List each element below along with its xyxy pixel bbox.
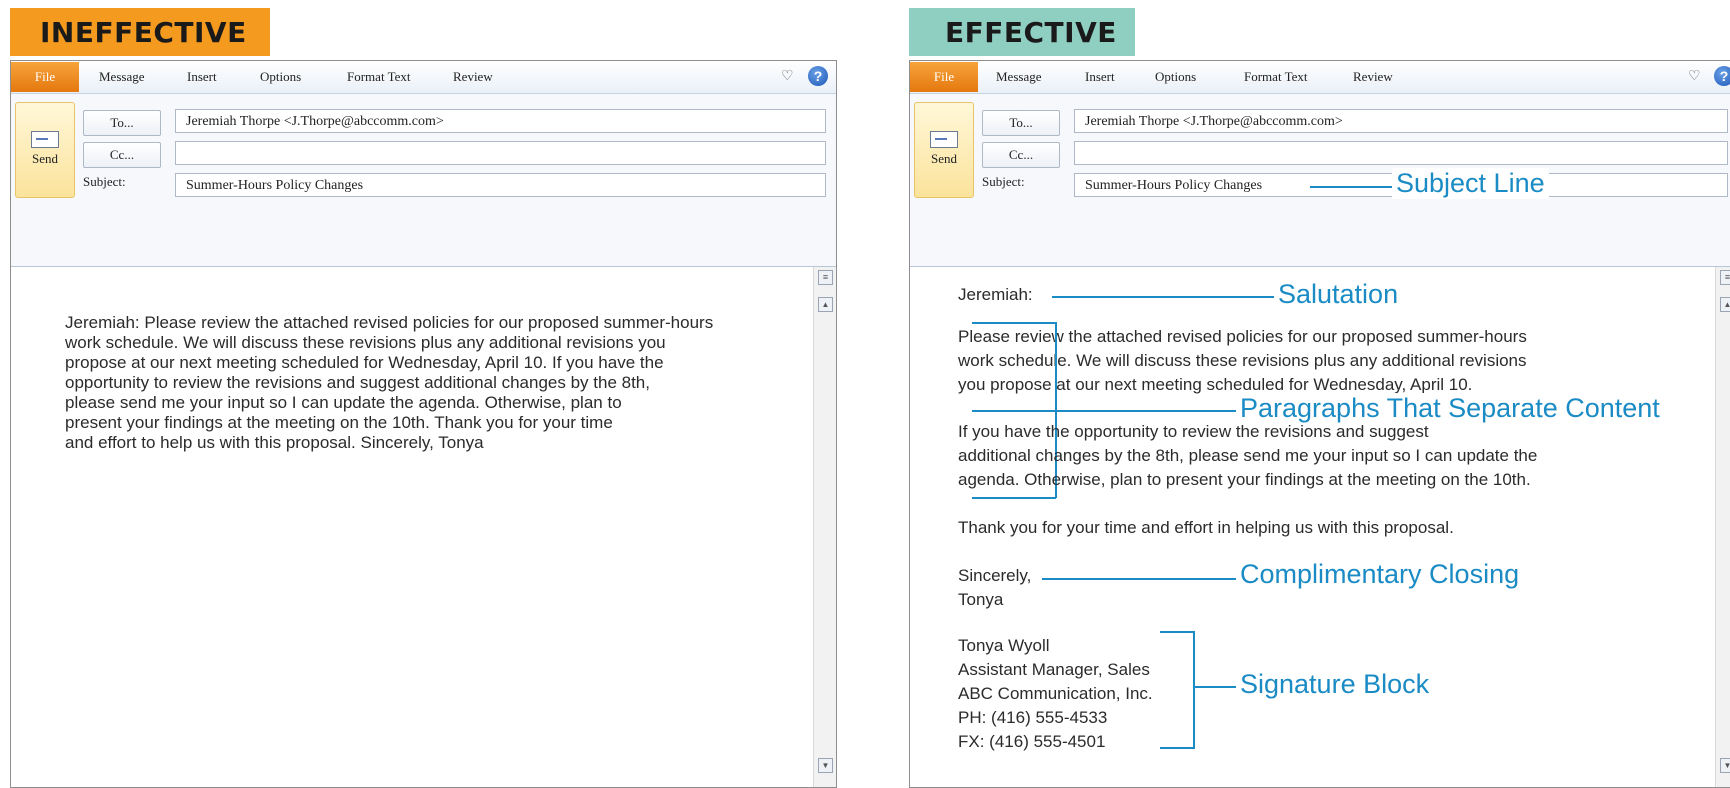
send-icon [930, 131, 958, 148]
tab-message[interactable]: Message [996, 61, 1042, 93]
signature-bracket-top [1160, 631, 1194, 633]
ineffective-panel: INEFFECTIVE File Message Insert Options … [0, 0, 840, 788]
email-window: File Message Insert Options Format Text … [10, 60, 837, 788]
paragraph-bracket-top [972, 322, 1056, 324]
cc-field[interactable] [175, 141, 826, 165]
paragraph-line: agenda. Otherwise, plan to present your … [958, 470, 1531, 489]
signature-line: Tonya Wyoll [958, 636, 1050, 655]
signature-line: ABC Communication, Inc. [958, 684, 1153, 703]
tab-review[interactable]: Review [453, 61, 493, 93]
send-label: Send [931, 151, 957, 166]
scroll-down-icon[interactable]: ▼ [818, 758, 833, 773]
tab-file[interactable]: File [11, 62, 79, 92]
body-line: and effort to help us with this proposal… [65, 433, 484, 452]
tab-options[interactable]: Options [260, 61, 301, 93]
scrollbar[interactable]: ≡ ▲ ▼ [1715, 267, 1730, 787]
subject-label: Subject: [982, 174, 1025, 189]
send-label: Send [32, 151, 58, 166]
to-field[interactable]: Jeremiah Thorpe <J.Thorpe@abccomm.com> [1074, 109, 1728, 133]
help-icon[interactable]: ? [1714, 66, 1730, 86]
paragraph-bracket-bottom [972, 497, 1056, 499]
ruler-icon[interactable]: ≡ [1720, 270, 1730, 285]
ribbon: File Message Insert Options Format Text … [910, 61, 1730, 94]
message-header: Send To... Cc... Subject: Jeremiah Thorp… [910, 94, 1730, 267]
tab-message[interactable]: Message [99, 61, 145, 93]
message-text: Jeremiah: Please review the attached rev… [65, 313, 785, 453]
cc-button[interactable]: Cc... [83, 142, 161, 168]
tab-format-text[interactable]: Format Text [1244, 61, 1307, 93]
effective-panel: EFFECTIVE File Message Insert Options Fo… [907, 0, 1730, 788]
effective-badge: EFFECTIVE [909, 8, 1135, 56]
signature-line: Assistant Manager, Sales [958, 660, 1150, 679]
signature-bracket-bottom [1160, 747, 1194, 749]
to-button[interactable]: To... [83, 110, 161, 136]
subject-field[interactable]: Summer-Hours Policy Changes [175, 173, 826, 197]
salutation: Jeremiah: [958, 285, 1033, 304]
tab-options[interactable]: Options [1155, 61, 1196, 93]
scroll-down-icon[interactable]: ▼ [1720, 758, 1730, 773]
scrollbar[interactable]: ≡ ▲ ▼ [813, 267, 836, 787]
scroll-up-icon[interactable]: ▲ [1720, 297, 1730, 312]
tab-format-text[interactable]: Format Text [347, 61, 410, 93]
message-header: Send To... Cc... Subject: Jeremiah Thorp… [11, 94, 836, 267]
tab-insert[interactable]: Insert [187, 61, 217, 93]
body-line: work schedule. We will discuss these rev… [65, 333, 666, 352]
body-line: please send me your input so I can updat… [65, 393, 622, 412]
send-button[interactable]: Send [914, 102, 974, 198]
signature-bracket-spine [1193, 631, 1195, 749]
tab-insert[interactable]: Insert [1085, 61, 1115, 93]
cc-field[interactable] [1074, 141, 1728, 165]
salutation-annotation: Salutation [1274, 279, 1403, 310]
complimentary-closing: Sincerely, [958, 566, 1032, 585]
salutation-annotation-line [1052, 296, 1274, 298]
paragraph-line: work schedule. We will discuss these rev… [958, 351, 1527, 370]
heart-icon[interactable]: ♡ [781, 67, 794, 84]
tab-file[interactable]: File [910, 62, 978, 92]
body-line: propose at our next meeting scheduled fo… [65, 353, 664, 372]
paragraph-annotation-line [972, 410, 1238, 412]
paragraph-line: If you have the opportunity to review th… [958, 422, 1429, 441]
send-icon [31, 131, 59, 148]
body-line: present your findings at the meeting on … [65, 413, 613, 432]
paragraph-line: Thank you for your time and effort in he… [958, 518, 1454, 537]
ineffective-badge: INEFFECTIVE [10, 8, 270, 56]
message-body[interactable]: Jeremiah: Please review the attached rev… [11, 267, 836, 787]
subject-annotation-line [1310, 186, 1392, 188]
body-line: opportunity to review the revisions and … [65, 373, 650, 392]
closing-annotation-line [1042, 578, 1238, 580]
ruler-icon[interactable]: ≡ [818, 270, 833, 285]
subject-line-annotation: Subject Line [1392, 168, 1549, 199]
tab-review[interactable]: Review [1353, 61, 1393, 93]
paragraphs-annotation: Paragraphs That Separate Content [1236, 393, 1664, 424]
scroll-up-icon[interactable]: ▲ [818, 297, 833, 312]
closing-annotation: Complimentary Closing [1236, 559, 1524, 590]
email-window: File Message Insert Options Format Text … [909, 60, 1730, 788]
paragraph-line: additional changes by the 8th, please se… [958, 446, 1538, 465]
signature-annotation: Signature Block [1236, 669, 1434, 700]
ribbon: File Message Insert Options Format Text … [11, 61, 836, 94]
send-button[interactable]: Send [15, 102, 75, 198]
heart-icon[interactable]: ♡ [1688, 67, 1701, 84]
help-icon[interactable]: ? [808, 66, 828, 86]
body-line: Jeremiah: Please review the attached rev… [65, 313, 714, 332]
closing-name: Tonya [958, 590, 1004, 609]
message-body[interactable]: Jeremiah: Salutation Please review the a… [910, 267, 1730, 787]
cc-button[interactable]: Cc... [982, 142, 1060, 168]
signature-annotation-line [1193, 686, 1237, 688]
paragraph-line: Please review the attached revised polic… [958, 327, 1527, 346]
to-field[interactable]: Jeremiah Thorpe <J.Thorpe@abccomm.com> [175, 109, 826, 133]
to-button[interactable]: To... [982, 110, 1060, 136]
signature-line: FX: (416) 555-4501 [958, 732, 1106, 751]
signature-line: PH: (416) 555-4533 [958, 708, 1108, 727]
subject-label: Subject: [83, 174, 126, 189]
